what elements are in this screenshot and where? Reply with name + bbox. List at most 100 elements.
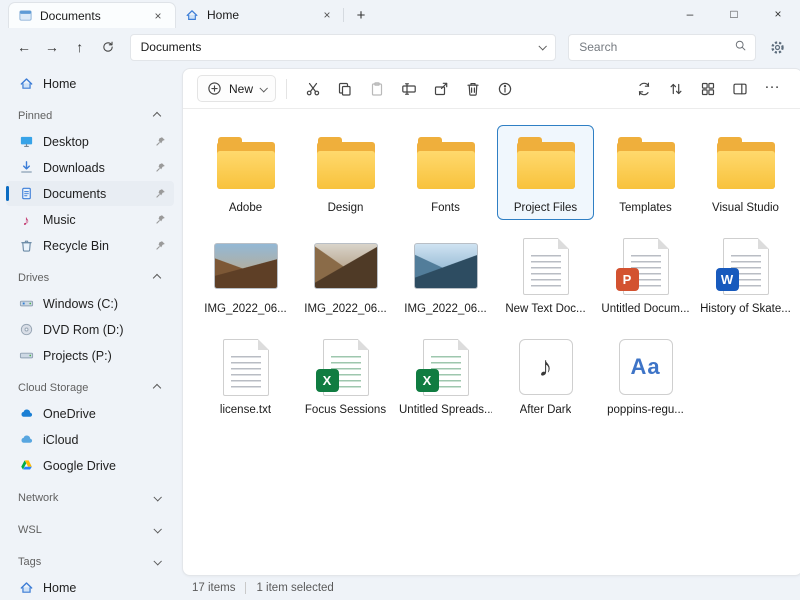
music-icon: ♪ (18, 212, 34, 228)
section-wsl[interactable]: WSL (0, 518, 180, 542)
file-label: Templates (619, 202, 671, 214)
tab-close-icon[interactable]: × (149, 7, 167, 25)
search-box[interactable] (568, 34, 756, 61)
file-tile[interactable]: IMG_2022_06... (397, 226, 494, 321)
sidebar-item-projects[interactable]: Projects (P:) (6, 343, 174, 368)
powerpoint-file-icon: P (623, 236, 669, 296)
sidebar-item-documents[interactable]: Documents (6, 181, 174, 206)
file-label: History of Skate... (700, 303, 791, 315)
image-thumbnail (214, 236, 278, 296)
paste-icon[interactable] (363, 75, 391, 103)
settings-gear-icon[interactable] (764, 34, 790, 60)
search-input[interactable] (579, 40, 734, 54)
file-tile[interactable]: Templates (597, 125, 694, 220)
up-icon[interactable]: ↑ (68, 34, 92, 60)
file-label: Untitled Spreads... (399, 404, 492, 416)
folder-icon (417, 135, 475, 195)
chevron-down-icon[interactable] (539, 42, 547, 50)
sort-icon[interactable] (662, 75, 690, 103)
sidebar-item-icloud[interactable]: iCloud (6, 427, 174, 452)
rename-icon[interactable] (395, 75, 423, 103)
section-label: Tags (18, 556, 41, 568)
pin-icon (155, 240, 166, 251)
sidebar-item-onedrive[interactable]: OneDrive (6, 401, 174, 426)
file-tile[interactable]: X Focus Sessions (297, 327, 394, 422)
sidebar-item-music[interactable]: ♪ Music (6, 207, 174, 232)
file-tile[interactable]: Adobe (197, 125, 294, 220)
section-network[interactable]: Network (0, 486, 180, 510)
chevron-down-icon (259, 84, 267, 92)
maximize-icon[interactable]: □ (712, 0, 756, 27)
font-file-icon: Aa (619, 337, 673, 397)
section-cloud-storage[interactable]: Cloud Storage (0, 376, 180, 400)
view-icon[interactable] (694, 75, 722, 103)
file-tile[interactable]: Visual Studio (697, 125, 794, 220)
share-icon[interactable] (427, 75, 455, 103)
file-tile[interactable]: ♪ After Dark (497, 327, 594, 422)
address-text: Documents (141, 40, 202, 54)
sidebar-item-home-bottom[interactable]: Home (6, 575, 174, 600)
file-label: Focus Sessions (305, 404, 386, 416)
new-tab-button[interactable]: + (348, 2, 374, 28)
minimize-icon[interactable]: – (668, 0, 712, 27)
file-label: IMG_2022_06... (304, 303, 386, 315)
sidebar: Home Pinned Desktop Downloads Documents (0, 66, 180, 600)
file-tile[interactable]: New Text Doc... (497, 226, 594, 321)
copy-icon[interactable] (331, 75, 359, 103)
file-tile[interactable]: Aa poppins-regu... (597, 327, 694, 422)
preview-pane-icon[interactable] (726, 75, 754, 103)
tab-close-icon[interactable]: × (318, 6, 336, 24)
tab-documents[interactable]: Documents × (8, 2, 176, 28)
file-label: Design (328, 202, 364, 214)
file-tile[interactable]: P Untitled Docum... (597, 226, 694, 321)
sidebar-item-home[interactable]: Home (6, 71, 174, 96)
drive-icon (18, 348, 34, 364)
chevron-down-icon (153, 525, 161, 533)
back-icon[interactable]: ← (12, 34, 36, 60)
sidebar-item-dvd-rom[interactable]: DVD Rom (D:) (6, 317, 174, 342)
sidebar-item-label: Home (43, 77, 76, 91)
sidebar-item-recycle-bin[interactable]: Recycle Bin (6, 233, 174, 258)
file-tile[interactable]: X Untitled Spreads... (397, 327, 494, 422)
image-thumbnail (314, 236, 378, 296)
file-tile[interactable]: license.txt (197, 327, 294, 422)
new-button-label: New (229, 82, 253, 96)
see-more-icon[interactable]: … (758, 75, 786, 103)
documents-icon (18, 186, 34, 202)
file-label: New Text Doc... (505, 303, 585, 315)
sidebar-item-label: Projects (P:) (43, 349, 112, 363)
home-tab-icon (184, 7, 200, 23)
sidebar-item-google-drive[interactable]: Google Drive (6, 453, 174, 478)
file-tile[interactable]: Design (297, 125, 394, 220)
recycle-bin-icon (18, 238, 34, 254)
divider (286, 79, 287, 99)
sidebar-item-desktop[interactable]: Desktop (6, 129, 174, 154)
close-icon[interactable]: × (756, 0, 800, 27)
drive-icon (18, 296, 34, 312)
section-label: Network (18, 492, 58, 504)
section-drives[interactable]: Drives (0, 266, 180, 290)
cut-icon[interactable] (299, 75, 327, 103)
file-tile[interactable]: W History of Skate... (697, 226, 794, 321)
file-label: IMG_2022_06... (404, 303, 486, 315)
file-tile[interactable]: Fonts (397, 125, 494, 220)
sidebar-item-windows-c[interactable]: Windows (C:) (6, 291, 174, 316)
file-tile[interactable]: IMG_2022_06... (297, 226, 394, 321)
folder-icon (717, 135, 775, 195)
new-button[interactable]: New (197, 75, 276, 102)
properties-icon[interactable] (491, 75, 519, 103)
delete-icon[interactable] (459, 75, 487, 103)
address-bar[interactable]: Documents (130, 34, 557, 61)
sidebar-item-downloads[interactable]: Downloads (6, 155, 174, 180)
onedrive-cloud-icon (18, 406, 34, 422)
refresh-icon[interactable] (96, 34, 120, 60)
sync-icon[interactable] (630, 75, 658, 103)
section-pinned[interactable]: Pinned (0, 104, 180, 128)
tab-home[interactable]: Home × (176, 2, 344, 28)
file-tile-selected[interactable]: Project Files (497, 125, 594, 220)
forward-icon[interactable]: → (40, 34, 64, 60)
section-tags[interactable]: Tags (0, 550, 180, 574)
file-tile[interactable]: IMG_2022_06... (197, 226, 294, 321)
chevron-up-icon (153, 274, 161, 282)
window-controls: – □ × (668, 0, 800, 27)
